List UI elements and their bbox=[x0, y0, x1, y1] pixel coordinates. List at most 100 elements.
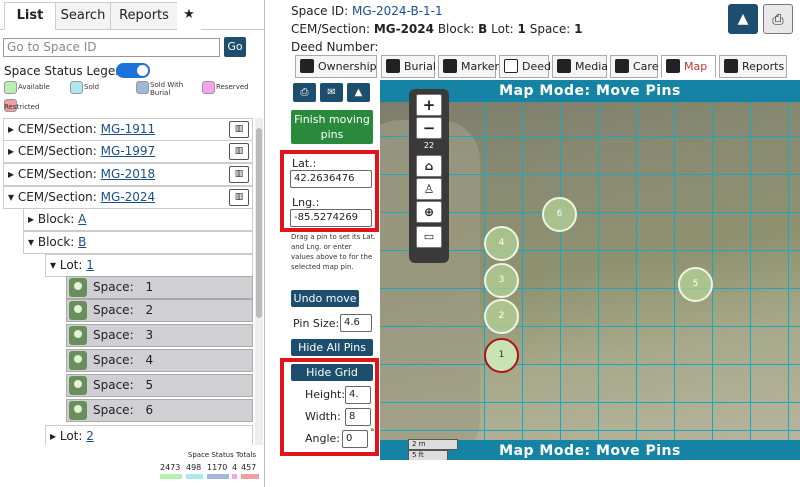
map-icon-button[interactable]: ▲ bbox=[728, 4, 758, 34]
legend-swatch-sold bbox=[70, 81, 83, 94]
tab-reports[interactable]: Reports bbox=[110, 2, 178, 30]
hide-grid-button[interactable]: Hide Grid bbox=[291, 364, 373, 381]
map-view[interactable]: Map Mode: Move Pins Map Mode: Move Pins … bbox=[380, 80, 800, 460]
section-row[interactable]: ▸ CEM/Section: MG-1997 ▥ bbox=[3, 140, 253, 163]
map-pin[interactable]: 6 bbox=[542, 197, 577, 232]
pin-size-input[interactable]: 4.6 bbox=[340, 314, 372, 332]
home-icon[interactable]: ⌂ bbox=[416, 155, 442, 177]
tree-scrollbar[interactable] bbox=[255, 118, 263, 445]
total-bar-sold-burial bbox=[207, 474, 229, 479]
print-map-button[interactable]: ⎙ bbox=[293, 83, 316, 102]
map-pin-icon bbox=[69, 401, 87, 420]
person-location-icon[interactable]: ♙ bbox=[416, 178, 442, 200]
scale-bar-feet: 5 ft bbox=[408, 450, 448, 460]
tab-ownership[interactable]: Ownership bbox=[295, 55, 377, 78]
undo-move-button[interactable]: Undo move bbox=[291, 290, 359, 307]
map-pin[interactable]: 4 bbox=[484, 226, 519, 261]
totals-title: Space Status Totals bbox=[187, 451, 256, 459]
lot-row[interactable]: ▸ Lot: 2 bbox=[45, 425, 253, 445]
angle-input[interactable]: 0 bbox=[342, 430, 368, 448]
space-id-value: MG-2024-B-1-1 bbox=[352, 4, 443, 18]
tab-burial[interactable]: Burial bbox=[381, 55, 436, 78]
space-row[interactable]: Space: 3 bbox=[66, 324, 253, 347]
zoom-out-button[interactable]: − bbox=[416, 117, 442, 139]
section-row-expanded[interactable]: ▾ CEM/Section: MG-2024 ▥ bbox=[3, 186, 253, 209]
tab-map[interactable]: Map bbox=[661, 55, 716, 78]
section-link[interactable]: MG-2018 bbox=[101, 167, 156, 181]
block-row-expanded[interactable]: ▾ Block: B bbox=[23, 231, 253, 254]
height-label: Height: bbox=[305, 388, 346, 401]
height-input[interactable]: 4. bbox=[345, 386, 371, 404]
map-pin[interactable]: 2 bbox=[484, 299, 519, 334]
section-link[interactable]: MG-2024 bbox=[101, 190, 156, 204]
tab-reports[interactable]: Reports bbox=[719, 55, 787, 78]
map-zoom-control: + − 22 ⌂ ♙ ⊕ ▭ bbox=[409, 89, 449, 263]
legend-toggle[interactable] bbox=[116, 63, 150, 78]
section-link[interactable]: MG-1997 bbox=[101, 144, 156, 158]
width-label: Width: bbox=[305, 410, 341, 423]
space-row[interactable]: Space: 1 bbox=[66, 276, 253, 299]
print-icon-button[interactable]: ⎙ bbox=[763, 4, 793, 34]
grid-line bbox=[380, 402, 800, 403]
map-layer-button[interactable]: ▲ bbox=[347, 83, 370, 102]
zoom-in-button[interactable]: + bbox=[416, 94, 442, 116]
legend-label-sold-burial: Sold With Burial bbox=[150, 81, 184, 97]
angle-label: Angle: bbox=[305, 432, 341, 445]
document-icon bbox=[504, 59, 518, 73]
tab-deed[interactable]: Deed bbox=[499, 55, 551, 78]
chart-icon[interactable]: ▥ bbox=[229, 143, 249, 160]
width-input[interactable]: 8 bbox=[345, 408, 371, 426]
tab-care[interactable]: Care bbox=[610, 55, 658, 78]
section-row[interactable]: ▸ CEM/Section: MG-2018 ▥ bbox=[3, 163, 253, 186]
total-bar-available bbox=[160, 474, 182, 479]
map-pin[interactable]: 1 bbox=[484, 338, 519, 373]
lot-link[interactable]: 2 bbox=[86, 429, 94, 443]
total-bar-restricted bbox=[241, 474, 259, 479]
block-link[interactable]: A bbox=[78, 212, 86, 226]
lat-input[interactable]: 42.2636476 bbox=[290, 170, 372, 188]
lot-link[interactable]: 1 bbox=[86, 258, 94, 272]
tab-list[interactable]: List bbox=[4, 2, 56, 30]
space-row[interactable]: Space: 4 bbox=[66, 349, 253, 372]
chart-icon[interactable]: ▥ bbox=[229, 166, 249, 183]
space-row[interactable]: Space: 6 bbox=[66, 399, 253, 422]
pin-size-label: Pin Size: bbox=[293, 317, 340, 330]
map-pin-icon bbox=[69, 278, 87, 297]
legend-swatch-available bbox=[4, 81, 17, 94]
lot-row-expanded[interactable]: ▾ Lot: 1 bbox=[45, 254, 253, 277]
zoom-level: 22 bbox=[423, 141, 435, 150]
space-row[interactable]: Space: 2 bbox=[66, 299, 253, 322]
map-pin-icon bbox=[69, 376, 87, 395]
tab-media[interactable]: Media bbox=[552, 55, 608, 78]
ruler-icon[interactable]: ▭ bbox=[416, 226, 442, 248]
grid-line bbox=[484, 80, 485, 460]
chart-icon[interactable]: ▥ bbox=[229, 121, 249, 138]
lng-label: Lng.: bbox=[292, 196, 320, 209]
email-button[interactable]: ✉ bbox=[320, 83, 343, 102]
grid-line bbox=[380, 430, 800, 431]
section-row[interactable]: ▸ CEM/Section: MG-1911 ▥ bbox=[3, 118, 253, 141]
total-restricted: 457 bbox=[241, 463, 257, 472]
tab-marker[interactable]: Marker bbox=[438, 55, 499, 78]
go-button[interactable]: Go bbox=[224, 37, 246, 57]
space-row[interactable]: Space: 5 bbox=[66, 374, 253, 397]
tab-favorites[interactable]: ★ bbox=[177, 2, 201, 30]
left-panel: List Search Reports ★ Go to Space ID Go … bbox=[0, 0, 265, 487]
goto-space-input[interactable]: Go to Space ID bbox=[3, 38, 220, 57]
map-pin[interactable]: 5 bbox=[678, 267, 713, 302]
grid-line bbox=[636, 80, 637, 460]
block-link[interactable]: B bbox=[78, 235, 86, 249]
finish-moving-pins-button[interactable]: Finish moving pins bbox=[291, 110, 373, 144]
image-icon bbox=[557, 59, 571, 73]
hide-all-pins-button[interactable]: Hide All Pins bbox=[291, 339, 373, 356]
lng-input[interactable]: -85.5274269 bbox=[290, 209, 372, 227]
section-link[interactable]: MG-1911 bbox=[101, 122, 156, 136]
chart-icon[interactable]: ▥ bbox=[229, 189, 249, 206]
block-row[interactable]: ▸ Block: A bbox=[23, 208, 253, 231]
zoom-search-icon[interactable]: ⊕ bbox=[416, 201, 442, 223]
tab-search[interactable]: Search bbox=[55, 2, 111, 30]
map-pin[interactable]: 3 bbox=[484, 263, 519, 298]
marker-icon bbox=[443, 59, 457, 73]
space-id-line: Space ID: MG-2024-B-1-1 bbox=[291, 4, 443, 18]
scrollbar-thumb[interactable] bbox=[256, 128, 262, 318]
